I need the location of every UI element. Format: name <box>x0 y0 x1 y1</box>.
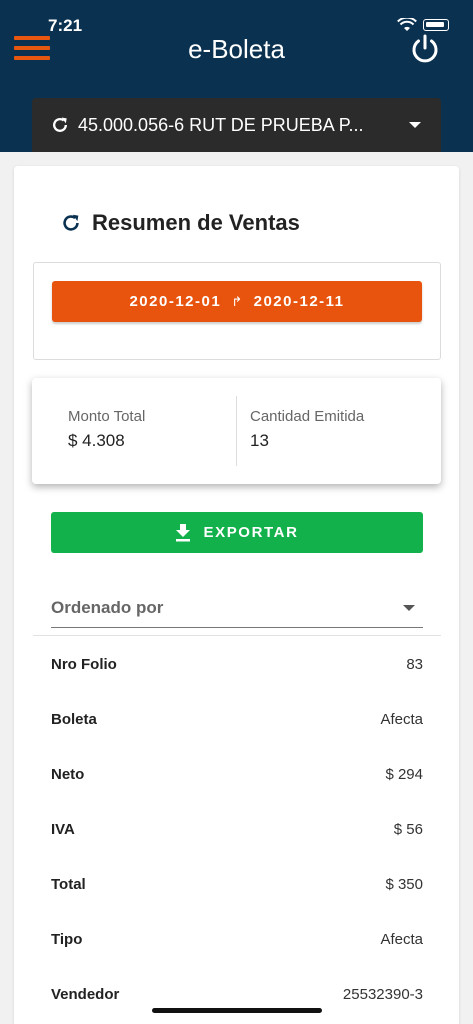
battery-icon <box>423 19 449 31</box>
detail-value: $ 294 <box>385 766 423 783</box>
detail-value: 25532390-3 <box>342 986 423 1003</box>
export-label: EXPORTAR <box>203 524 299 541</box>
download-icon <box>176 523 191 541</box>
chevron-down-icon <box>409 122 421 128</box>
summary-title: Resumen de Ventas <box>92 210 300 235</box>
detail-key: Boleta <box>51 711 97 728</box>
stat-value: 13 <box>250 431 269 450</box>
stat-label: Monto Total <box>68 408 146 425</box>
date-from: 2020-12-01 <box>129 293 222 310</box>
detail-value: Afecta <box>380 711 423 728</box>
order-by-select[interactable]: Ordenado por <box>51 588 423 628</box>
detail-row: IVA $ 56 <box>51 821 423 841</box>
order-by-label: Ordenado por <box>51 598 164 617</box>
detail-value: 83 <box>406 656 423 673</box>
range-separator-icon: ↱ <box>231 293 244 309</box>
detail-row: Tipo Afecta <box>51 931 423 951</box>
list-divider <box>33 635 441 636</box>
summary-header: Resumen de Ventas <box>60 210 300 236</box>
detail-value: $ 56 <box>393 821 423 838</box>
wifi-icon <box>397 18 417 31</box>
detail-row: Nro Folio 83 <box>51 656 423 676</box>
detail-key: Nro Folio <box>51 656 117 673</box>
status-icons <box>397 18 449 32</box>
power-icon[interactable] <box>410 33 440 65</box>
stat-value: $ 4.308 <box>68 431 125 450</box>
detail-key: Neto <box>51 766 85 783</box>
date-to: 2020-12-11 <box>253 293 345 310</box>
stat-monto-total: Monto Total $ 4.308 <box>68 408 145 451</box>
export-button[interactable]: EXPORTAR <box>51 512 423 553</box>
detail-key: Tipo <box>51 931 83 948</box>
stats-divider <box>236 396 237 466</box>
detail-row: Boleta Afecta <box>51 711 423 731</box>
detail-row: Vendedor 25532390-3 <box>51 986 423 1006</box>
app-title: e-Boleta <box>188 34 285 64</box>
home-indicator[interactable] <box>152 1008 322 1013</box>
stat-label: Cantidad Emitida <box>250 408 365 425</box>
detail-key: IVA <box>51 821 75 838</box>
detail-key: Total <box>51 876 86 893</box>
status-time: 7:21 <box>48 16 83 35</box>
chevron-down-icon <box>403 605 415 611</box>
refresh-icon[interactable] <box>50 115 70 135</box>
detail-row: Total $ 350 <box>51 876 423 896</box>
company-select-label: 45.000.056-6 RUT DE PRUEBA P... <box>78 114 364 135</box>
detail-row: Neto $ 294 <box>51 766 423 786</box>
stat-cantidad-emitida: Cantidad Emitida 13 <box>250 408 364 451</box>
detail-value: Afecta <box>380 931 423 948</box>
refresh-icon[interactable] <box>60 212 82 234</box>
stats-card: Monto Total $ 4.308 Cantidad Emitida 13 <box>32 378 441 484</box>
detail-value: $ 350 <box>385 876 423 893</box>
company-select[interactable]: 45.000.056-6 RUT DE PRUEBA P... <box>32 98 441 152</box>
detail-key: Vendedor <box>51 986 120 1003</box>
date-range-button[interactable]: 2020-12-01 ↱ 2020-12-11 <box>52 281 422 322</box>
